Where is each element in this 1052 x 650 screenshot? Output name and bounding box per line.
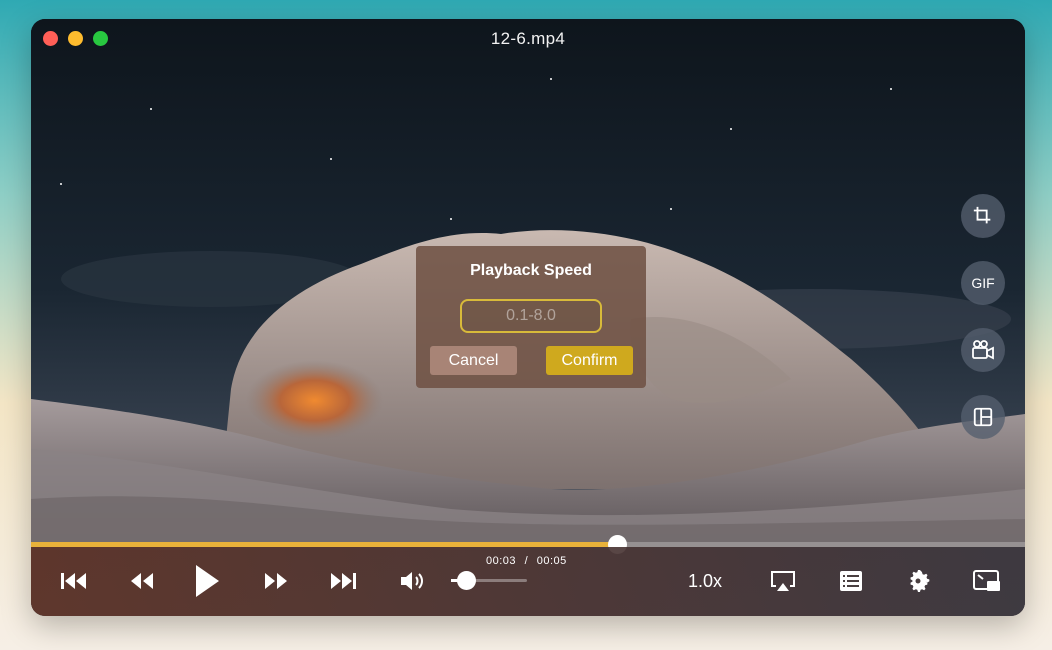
- airplay-button[interactable]: [768, 567, 798, 595]
- current-time: 00:03: [486, 555, 517, 567]
- zoom-window-button[interactable]: [93, 31, 108, 46]
- settings-button[interactable]: [904, 567, 932, 595]
- speaker-icon: [401, 572, 423, 590]
- crop-button[interactable]: [961, 194, 1005, 238]
- skip-next-icon: [331, 573, 356, 589]
- close-window-button[interactable]: [43, 31, 58, 46]
- gif-button[interactable]: GIF: [961, 261, 1005, 305]
- skip-previous-button[interactable]: [59, 567, 89, 595]
- rewind-icon: [131, 573, 153, 589]
- playback-speed-button[interactable]: 1.0x: [688, 571, 722, 592]
- play-button[interactable]: [192, 565, 222, 597]
- volume-button[interactable]: [397, 567, 429, 595]
- layout-button[interactable]: [961, 395, 1005, 439]
- list-icon: [840, 571, 862, 591]
- gif-icon: GIF: [971, 275, 995, 291]
- picture-in-picture-button[interactable]: [972, 567, 1002, 595]
- cancel-button[interactable]: Cancel: [430, 346, 517, 375]
- airplay-icon: [771, 571, 795, 591]
- time-separator: /: [524, 555, 529, 567]
- speed-input[interactable]: [460, 299, 602, 333]
- skip-next-button[interactable]: [328, 567, 358, 595]
- total-time: 00:05: [536, 555, 567, 567]
- rewind-button[interactable]: [127, 567, 157, 595]
- dialog-title: Playback Speed: [470, 262, 592, 279]
- volume-slider[interactable]: [451, 571, 527, 590]
- playlist-button[interactable]: [837, 567, 865, 595]
- volume-slider-handle[interactable]: [457, 571, 477, 590]
- video-camera-icon: [972, 340, 994, 360]
- gear-icon: [910, 570, 930, 592]
- picture-in-picture-icon: [973, 570, 1000, 591]
- layout-icon: [973, 407, 993, 427]
- fast-forward-icon: [265, 573, 287, 589]
- title-bar: 12-6.mp4: [31, 19, 1025, 59]
- fast-forward-button[interactable]: [261, 567, 291, 595]
- player-window: 12-6.mp4 GIF Playback Speed Cancel Confi…: [31, 19, 1025, 616]
- confirm-button[interactable]: Confirm: [546, 346, 633, 375]
- minimize-window-button[interactable]: [68, 31, 83, 46]
- playback-speed-dialog: Playback Speed Cancel Confirm: [416, 246, 646, 388]
- play-icon: [196, 565, 219, 597]
- control-bar: 00:03 / 00:05 1.0x: [31, 547, 1025, 616]
- record-button[interactable]: [961, 328, 1005, 372]
- time-display: 00:03 / 00:05: [486, 555, 567, 567]
- window-controls: [43, 31, 108, 46]
- window-title: 12-6.mp4: [490, 29, 566, 48]
- skip-previous-icon: [61, 573, 86, 589]
- crop-icon: [973, 206, 991, 224]
